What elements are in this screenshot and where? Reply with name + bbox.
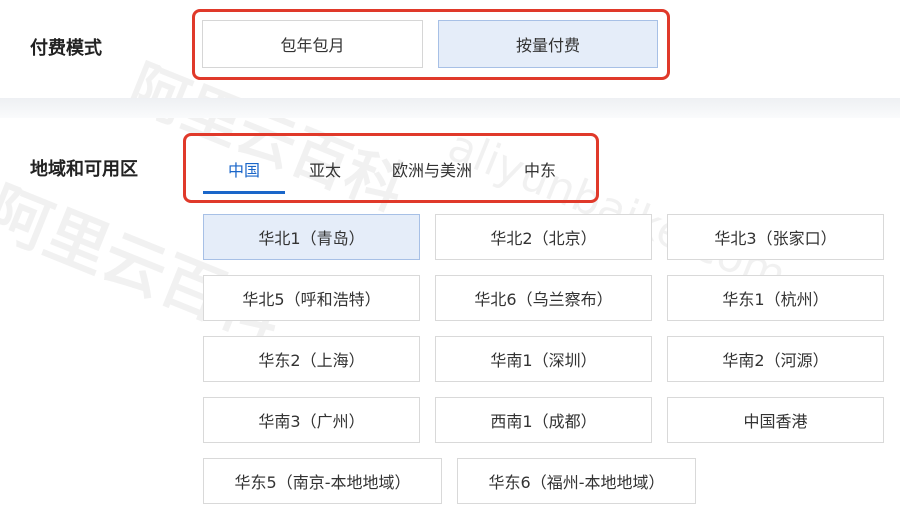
region-label: 地域和可用区 xyxy=(30,159,138,180)
region-option[interactable]: 华东5（南京-本地地域） xyxy=(203,458,442,504)
section-divider xyxy=(0,98,900,118)
region-option[interactable]: 华北2（北京） xyxy=(435,214,652,260)
region-option[interactable]: 华东1（杭州） xyxy=(667,275,884,321)
region-option[interactable]: 华南3（广州） xyxy=(203,397,420,443)
region-option[interactable]: 中国香港 xyxy=(667,397,884,443)
region-option[interactable]: 华东6（福州-本地地域） xyxy=(457,458,696,504)
region-tabs-highlight-box xyxy=(183,133,599,203)
billing-highlight-box xyxy=(192,9,670,80)
region-option[interactable]: 华南1（深圳） xyxy=(435,336,652,382)
region-option[interactable]: 华东2（上海） xyxy=(203,336,420,382)
region-option[interactable]: 华北1（青岛） xyxy=(203,214,420,260)
region-option[interactable]: 华北3（张家口） xyxy=(667,214,884,260)
region-option[interactable]: 华北6（乌兰察布） xyxy=(435,275,652,321)
billing-mode-label: 付费模式 xyxy=(30,38,102,59)
region-option[interactable]: 华北5（呼和浩特） xyxy=(203,275,420,321)
region-option[interactable]: 华南2（河源） xyxy=(667,336,884,382)
region-option[interactable]: 西南1（成都） xyxy=(435,397,652,443)
